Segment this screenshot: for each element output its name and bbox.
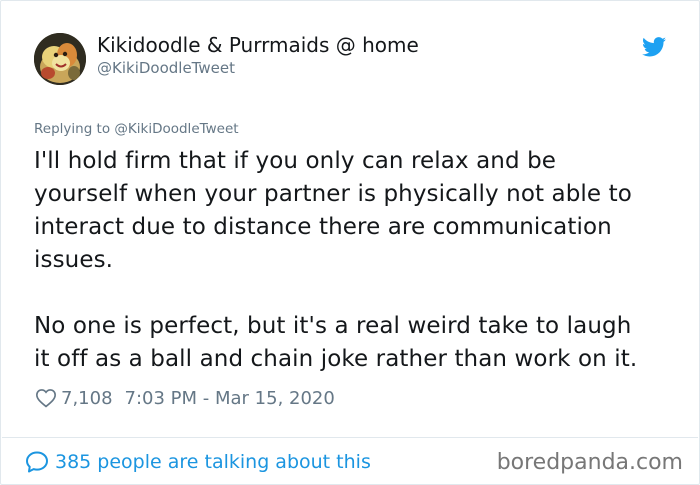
tweet-timestamp[interactable]: 7:03 PM - Mar 15, 2020 [125, 388, 335, 409]
tweet-header: Kikidoodle & Purrmaids @ home @KikiDoodl… [34, 31, 674, 91]
author-handle[interactable]: @KikiDoodleTweet [97, 58, 419, 78]
avatar-illustration-icon [34, 33, 86, 85]
author-display-name[interactable]: Kikidoodle & Purrmaids @ home [97, 32, 419, 58]
avatar[interactable] [34, 33, 86, 85]
author-names: Kikidoodle & Purrmaids @ home @KikiDoodl… [97, 32, 419, 78]
tweet-card: Kikidoodle & Purrmaids @ home @KikiDoodl… [0, 0, 700, 485]
tweet-meta: 7,108 7:03 PM - Mar 15, 2020 [34, 386, 335, 410]
tweet-paragraph: I'll hold firm that if you only can rela… [34, 148, 632, 273]
speech-bubble-icon [26, 451, 48, 473]
like-count[interactable]: 7,108 [61, 388, 113, 409]
footer-divider [2, 437, 698, 438]
conversation-text: 385 people are talking about this [55, 451, 371, 473]
conversation-link[interactable]: 385 people are talking about this [25, 449, 371, 475]
tweet-text: I'll hold firm that if you only can rela… [34, 145, 684, 376]
replying-prefix: Replying to [34, 121, 115, 137]
boredpanda-watermark: boredpanda.com [496, 450, 683, 475]
tweet-paragraph: No one is perfect, but it's a real weird… [34, 313, 638, 372]
twitter-bird-icon[interactable] [642, 37, 666, 57]
replying-handle-link[interactable]: @KikiDoodleTweet [114, 121, 238, 137]
heart-outline-icon[interactable] [35, 387, 57, 409]
replying-to: Replying to @KikiDoodleTweet [34, 121, 239, 137]
